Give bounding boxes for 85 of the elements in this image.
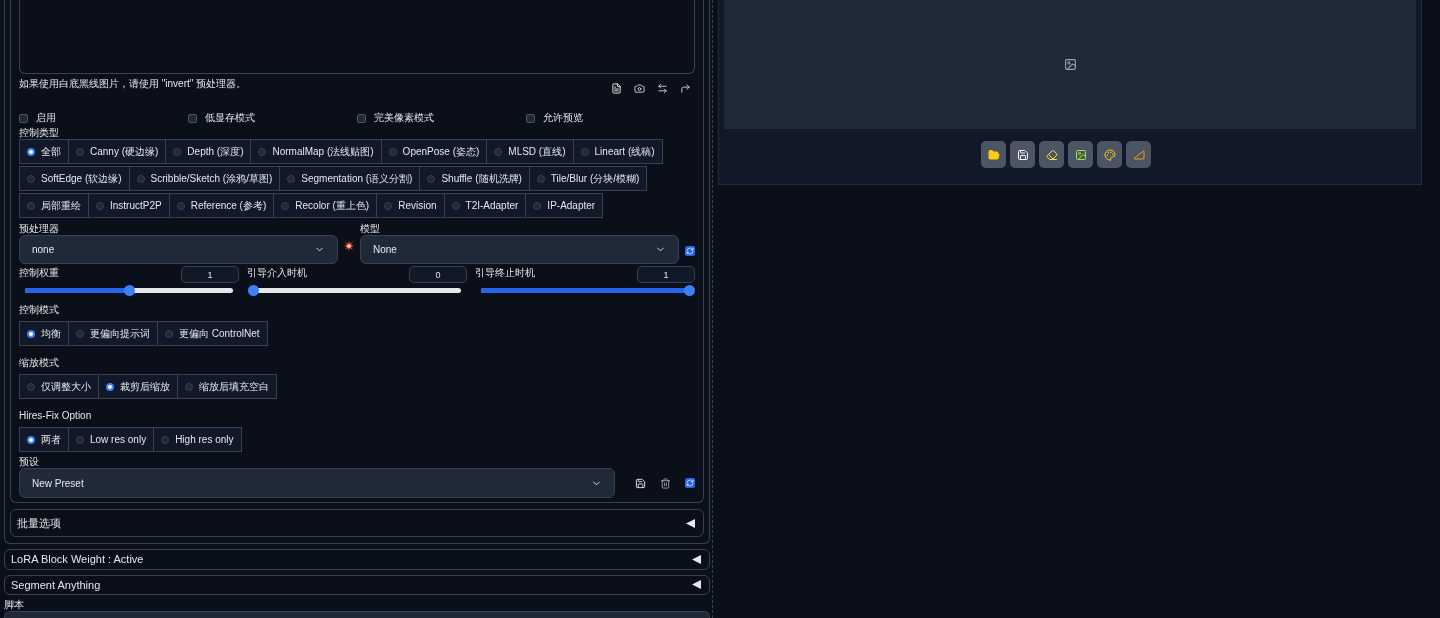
ruler-icon [1132, 148, 1145, 161]
slider-label: 引导介入时机 [247, 266, 307, 279]
field-label: 预处理器 [19, 222, 60, 235]
section-label: 脚本 [4, 598, 25, 612]
checkbox-option[interactable]: 低显存模式 [188, 111, 357, 125]
radio-option[interactable]: High res only [153, 427, 242, 452]
accordion-header[interactable]: 批量选项 [10, 509, 704, 537]
number-field[interactable]: 1 [181, 266, 239, 283]
slider-thumb[interactable] [248, 285, 259, 296]
section-label: 缩放模式 [19, 356, 60, 369]
accordion-header[interactable]: LoRA Block Weight : Active [4, 549, 710, 570]
radio-option[interactable]: Depth (深度) [165, 139, 252, 164]
radio-option[interactable]: Scribble/Sketch (涂鸦/草图) [128, 166, 281, 191]
slider-label: 控制权重 [19, 266, 59, 279]
image-button[interactable] [1068, 141, 1093, 168]
radio-option[interactable]: Shuffle (随机洗牌) [419, 166, 530, 191]
radio-option[interactable]: 两者 [19, 427, 69, 452]
slider-thumb[interactable] [124, 285, 135, 296]
radio-option[interactable]: Canny (硬边缘) [68, 139, 167, 164]
preprocessor-select[interactable]: none [19, 235, 338, 264]
radio-option[interactable]: MLSD (直线) [486, 139, 574, 164]
section-label: Hires-Fix Option [19, 409, 93, 422]
radio-option[interactable]: OpenPose (姿态) [380, 139, 488, 164]
collapse-icon [692, 554, 701, 564]
folder-icon [987, 148, 1000, 161]
checkbox-option[interactable]: 完美像素模式 [357, 111, 526, 125]
checkbox[interactable] [19, 113, 28, 123]
checkbox-option[interactable]: 允许预览 [526, 111, 695, 125]
number-field[interactable]: 1 [637, 266, 695, 283]
checkbox[interactable] [188, 113, 197, 123]
radio-option[interactable]: 裁剪后缩放 [98, 374, 178, 399]
save-button[interactable] [1010, 141, 1035, 168]
radio-option[interactable]: Recolor (重上色) [273, 193, 378, 218]
radio-option[interactable]: InstructP2P [88, 193, 170, 218]
burst-icon[interactable] [344, 241, 354, 251]
image-icon [1074, 148, 1087, 161]
checkbox[interactable] [526, 113, 535, 123]
field-label: 预设 [19, 455, 40, 468]
checkbox[interactable] [357, 113, 366, 123]
image-icon [1063, 58, 1077, 71]
radio-option[interactable]: Segmentation (语义分割) [279, 166, 421, 191]
radio-option[interactable]: 缩放后填充空白 [177, 374, 277, 399]
model-select[interactable]: None [360, 235, 679, 264]
radio-option[interactable]: 更偏向 ControlNet [157, 321, 268, 346]
camera-icon[interactable] [634, 83, 645, 94]
field-label: 模型 [360, 222, 381, 235]
eraser-button[interactable] [1039, 141, 1064, 168]
radio-option[interactable]: Lineart (线稿) [572, 139, 663, 164]
section-label: 控制模式 [19, 303, 60, 316]
collapse-icon [686, 518, 695, 528]
radio-option[interactable]: SoftEdge (软边缘) [19, 166, 130, 191]
radio-option[interactable]: T2I-Adapter [443, 193, 527, 218]
radio-option[interactable]: 均衡 [19, 321, 69, 346]
collapse-icon [692, 580, 701, 590]
radio-option[interactable]: NormalMap (法线贴图) [250, 139, 382, 164]
trash-icon[interactable] [660, 477, 671, 489]
radio-option[interactable]: Revision [376, 193, 445, 218]
ruler-button[interactable] [1126, 141, 1151, 168]
radio-option[interactable]: 局部重绘 [19, 193, 89, 218]
document-icon[interactable] [611, 83, 622, 94]
radio-option[interactable]: IP-Adapter [525, 193, 604, 218]
number-field[interactable]: 0 [409, 266, 467, 283]
slider-label: 引导终止时机 [475, 266, 535, 279]
slider-thumb[interactable] [684, 285, 695, 296]
save-icon[interactable] [635, 477, 646, 489]
radio-option[interactable]: Reference (参考) [168, 193, 275, 218]
folder-button[interactable] [981, 141, 1006, 168]
eraser-icon [1045, 148, 1058, 161]
section-label: 控制类型 [19, 126, 60, 139]
checkbox-option[interactable]: 启用 [19, 111, 188, 125]
radio-option[interactable]: Low res only [68, 427, 155, 452]
radio-option[interactable]: 仅调整大小 [19, 374, 99, 399]
refresh-button[interactable] [685, 246, 695, 256]
accordion-header[interactable]: Segment Anything [4, 574, 710, 596]
refresh-button[interactable] [685, 478, 695, 488]
arrow-icon[interactable] [680, 83, 691, 94]
palette-icon [1103, 148, 1116, 161]
radio-option[interactable]: Tile/Blur (分块/模糊) [528, 166, 648, 191]
hint-text: 如果使用白底黑线图片，请使用 "invert" 预处理器。 [19, 77, 247, 91]
preset-select[interactable]: New Preset [19, 468, 615, 498]
radio-option[interactable]: 更偏向提示词 [68, 321, 158, 346]
save-icon [1016, 148, 1029, 161]
radio-option[interactable]: 全部 [19, 139, 69, 164]
swap-icon[interactable] [657, 83, 668, 94]
palette-button[interactable] [1097, 141, 1122, 168]
